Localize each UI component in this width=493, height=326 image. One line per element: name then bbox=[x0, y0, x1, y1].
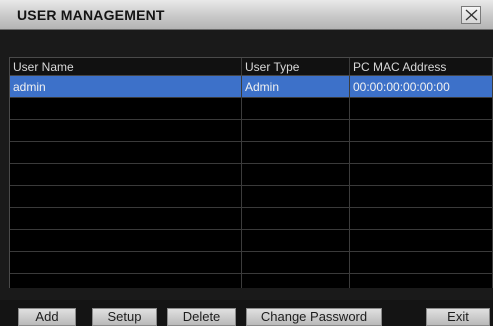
table-cell bbox=[241, 273, 350, 288]
table-row[interactable] bbox=[10, 97, 493, 120]
table-row[interactable] bbox=[10, 273, 493, 288]
table-row[interactable] bbox=[10, 163, 493, 186]
change-password-button[interactable]: Change Password bbox=[246, 308, 382, 326]
table-cell bbox=[349, 97, 493, 120]
table-cell bbox=[241, 185, 350, 208]
table-cell bbox=[349, 141, 493, 164]
table-cell bbox=[10, 207, 242, 230]
table-row[interactable]: admin Admin 00:00:00:00:00:00 bbox=[10, 75, 493, 98]
table-row[interactable] bbox=[10, 229, 493, 252]
table-cell bbox=[349, 229, 493, 252]
mac-address-cell: 00:00:00:00:00:00 bbox=[349, 75, 493, 98]
table-cell bbox=[10, 273, 242, 288]
user-management-dialog: USER MANAGEMENT User Name User Type PC M… bbox=[0, 0, 493, 326]
table-row[interactable] bbox=[10, 119, 493, 142]
table-cell bbox=[349, 207, 493, 230]
table-cell bbox=[241, 251, 350, 274]
table-cell bbox=[349, 163, 493, 186]
table-cell bbox=[349, 185, 493, 208]
table-cell bbox=[10, 185, 242, 208]
table-cell bbox=[241, 163, 350, 186]
table-cell bbox=[349, 119, 493, 142]
table-cell bbox=[10, 119, 242, 142]
column-header-pc-mac-address[interactable]: PC MAC Address bbox=[349, 58, 493, 76]
table-cell bbox=[349, 273, 493, 288]
setup-button[interactable]: Setup bbox=[92, 308, 157, 326]
dialog-title: USER MANAGEMENT bbox=[17, 7, 165, 23]
table-row[interactable] bbox=[10, 185, 493, 208]
table-cell bbox=[241, 119, 350, 142]
user-type-cell: Admin bbox=[241, 75, 350, 98]
table-cell bbox=[241, 141, 350, 164]
table-cell bbox=[241, 229, 350, 252]
add-button[interactable]: Add bbox=[18, 308, 76, 326]
table-header-row: User Name User Type PC MAC Address bbox=[10, 58, 493, 76]
table-cell bbox=[10, 163, 242, 186]
table-row[interactable] bbox=[10, 207, 493, 230]
table-cell bbox=[241, 207, 350, 230]
column-header-user-type[interactable]: User Type bbox=[241, 58, 350, 76]
table-cell bbox=[349, 251, 493, 274]
delete-button[interactable]: Delete bbox=[167, 308, 236, 326]
exit-button[interactable]: Exit bbox=[426, 308, 490, 326]
table-cell bbox=[10, 229, 242, 252]
title-bar: USER MANAGEMENT bbox=[0, 0, 493, 30]
table-cell bbox=[10, 251, 242, 274]
table-cell bbox=[10, 97, 242, 120]
column-header-user-name[interactable]: User Name bbox=[10, 58, 242, 76]
close-button[interactable] bbox=[461, 6, 481, 24]
close-icon bbox=[465, 9, 478, 21]
table-row[interactable] bbox=[10, 141, 493, 164]
user-name-cell: admin bbox=[10, 75, 242, 98]
table-row[interactable] bbox=[10, 251, 493, 274]
user-table: User Name User Type PC MAC Address admin… bbox=[9, 57, 493, 288]
table-cell bbox=[10, 141, 242, 164]
table-cell bbox=[241, 97, 350, 120]
